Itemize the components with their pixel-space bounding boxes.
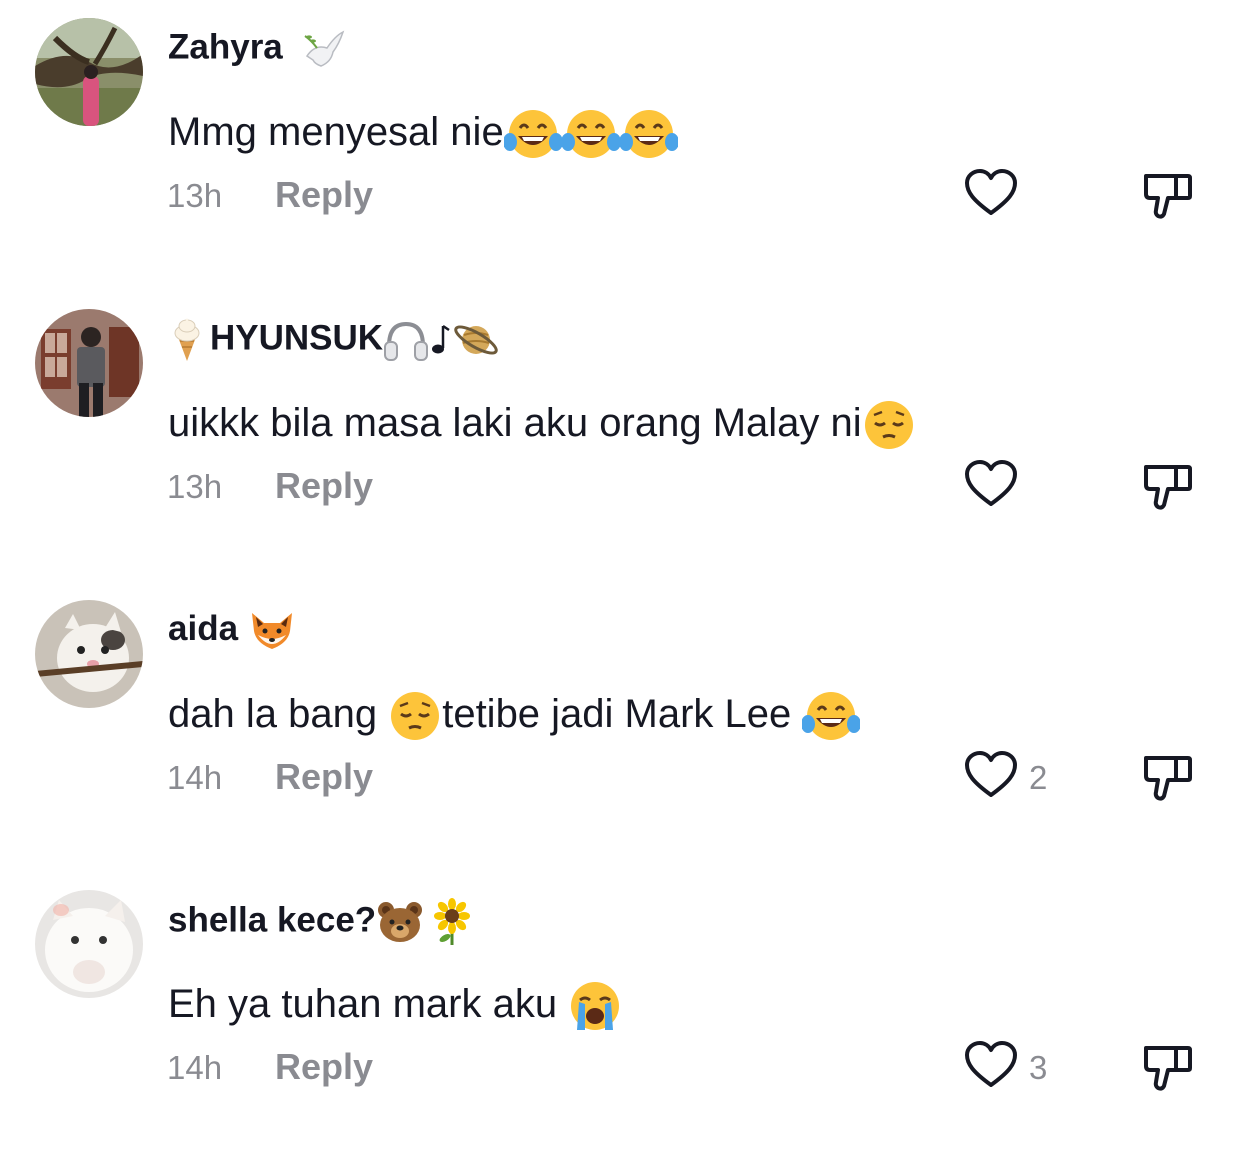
thumbs-down-icon xyxy=(1142,174,1194,226)
dislike-button[interactable] xyxy=(1142,461,1194,518)
avatar[interactable] xyxy=(35,890,143,998)
username[interactable]: shella kece? xyxy=(168,898,474,946)
headphones-icon xyxy=(383,318,429,362)
heart-icon xyxy=(963,168,1019,223)
sunflower-icon xyxy=(430,898,474,946)
dove-icon xyxy=(301,26,347,72)
thumbs-down-icon xyxy=(1142,756,1194,808)
username[interactable]: HYUNSUK xyxy=(168,317,501,363)
comment-item: shella kece? Eh ya tuhan mark aku 14h Re… xyxy=(0,872,1239,1162)
like-count: 2 xyxy=(1029,758,1048,796)
like-button[interactable]: 2 xyxy=(963,750,1047,805)
dislike-button[interactable] xyxy=(1142,1042,1194,1099)
comment-timestamp: 14h xyxy=(167,759,223,796)
like-count: 3 xyxy=(1029,1048,1048,1086)
thumbs-down-icon xyxy=(1142,1046,1194,1098)
bear-icon xyxy=(376,900,424,944)
heart-icon xyxy=(963,750,1019,805)
heart-icon xyxy=(963,1040,1019,1095)
username-text: aida xyxy=(168,609,248,648)
crying-face-icon xyxy=(568,980,622,1032)
reply-button[interactable]: Reply xyxy=(275,1046,373,1088)
username[interactable]: aida xyxy=(168,608,296,653)
thumbs-down-icon xyxy=(1142,465,1194,517)
dislike-button[interactable] xyxy=(1142,170,1194,227)
comment-text-part1: dah la bang xyxy=(168,692,389,736)
username-text: Zahyra xyxy=(168,27,283,67)
comment-text: Eh ya tuhan mark aku xyxy=(168,980,622,1032)
like-button[interactable] xyxy=(963,459,1029,514)
pensive-face-icon xyxy=(862,399,916,451)
comment-text: dah la bang tetibe jadi Mark Lee xyxy=(168,690,861,742)
comment-text: Mmg menyesal nie xyxy=(168,108,678,160)
dislike-button[interactable] xyxy=(1142,752,1194,809)
comment-item: Zahyra Mmg menyesal nie 13h Reply xyxy=(0,0,1239,290)
username-text: HYUNSUK xyxy=(210,318,384,358)
heart-icon xyxy=(963,459,1019,514)
username[interactable]: Zahyra xyxy=(168,26,347,72)
avatar[interactable] xyxy=(35,600,143,708)
pensive-face-icon xyxy=(388,690,442,742)
tears-of-joy-icon xyxy=(561,108,620,160)
avatar[interactable] xyxy=(35,309,143,417)
tears-of-joy-icon xyxy=(503,108,562,160)
comment-timestamp: 13h xyxy=(167,468,223,505)
reply-button[interactable]: Reply xyxy=(275,465,373,507)
ice-cream-icon xyxy=(168,317,206,363)
reply-button[interactable]: Reply xyxy=(275,756,373,798)
like-button[interactable] xyxy=(963,168,1029,223)
music-note-icon xyxy=(429,318,451,362)
comment-timestamp: 13h xyxy=(167,177,223,214)
fox-icon xyxy=(248,609,296,653)
comment-text: uikkk bila masa laki aku orang Malay ni xyxy=(168,399,916,451)
username-text: shella kece? xyxy=(168,900,377,940)
comment-text-content: Mmg menyesal nie xyxy=(168,110,504,154)
comment-item: HYUNSUK uikkk bila masa laki aku orang M… xyxy=(0,291,1239,581)
comment-text-content: uikkk bila masa laki aku orang Malay ni xyxy=(168,401,862,445)
avatar[interactable] xyxy=(35,18,143,126)
tears-of-joy-icon xyxy=(619,108,678,160)
planet-icon xyxy=(451,317,501,363)
reply-button[interactable]: Reply xyxy=(275,174,373,216)
comment-timestamp: 14h xyxy=(167,1049,223,1086)
tears-of-joy-icon xyxy=(802,690,861,742)
comment-text-part2: tetibe jadi Mark Lee xyxy=(442,692,803,736)
comment-text-content: Eh ya tuhan mark aku xyxy=(168,982,569,1026)
comment-item: aida dah la bang tetibe jadi Mark Lee 14… xyxy=(0,582,1239,872)
like-button[interactable]: 3 xyxy=(963,1040,1047,1095)
